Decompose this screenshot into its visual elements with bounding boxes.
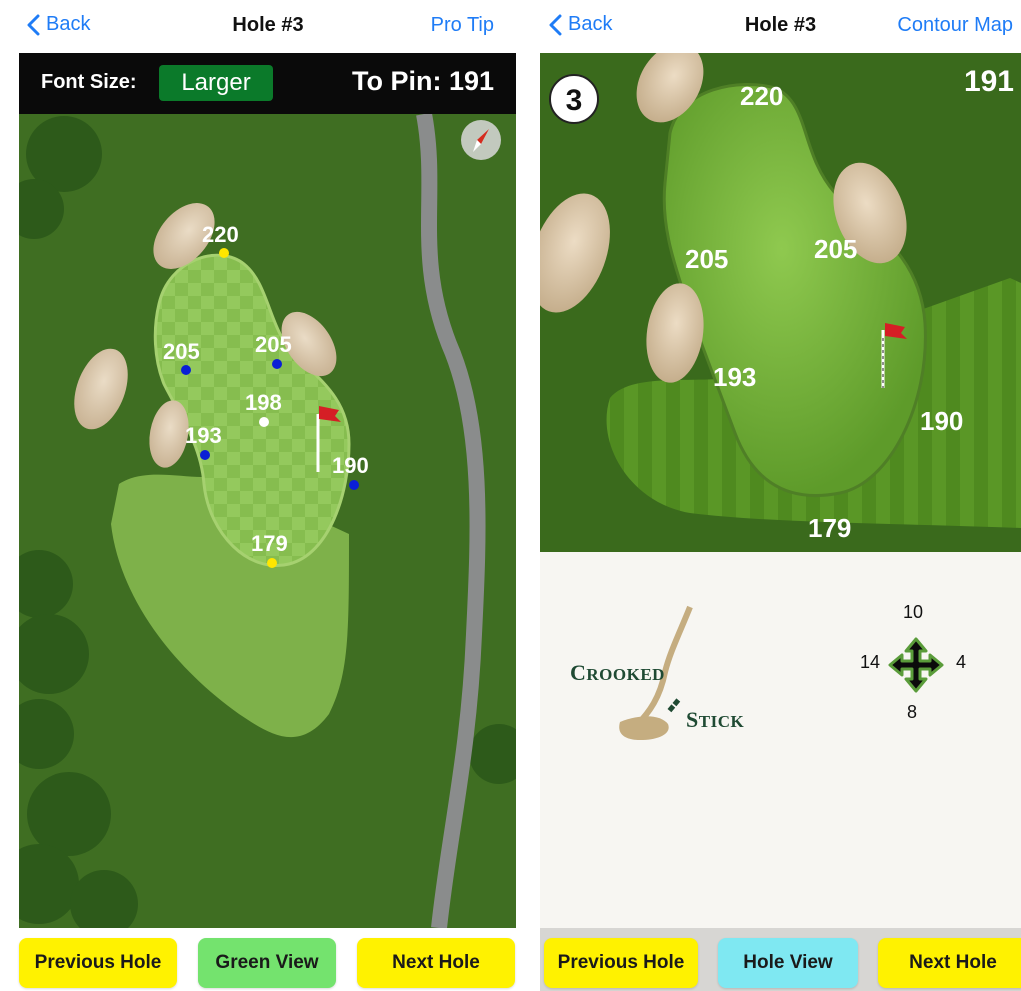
logo-word-crooked: CROOKED bbox=[570, 660, 665, 685]
yardage-front: 179 bbox=[251, 531, 288, 556]
next-hole-button[interactable]: Next Hole bbox=[878, 938, 1021, 988]
to-pin-readout: To Pin: 191 bbox=[351, 66, 494, 96]
contour-map-link[interactable]: Contour Map bbox=[897, 14, 1013, 37]
wind-west: 14 bbox=[860, 652, 881, 672]
wind-east: 4 bbox=[956, 652, 967, 672]
yardage-left-front: 193 bbox=[713, 362, 756, 392]
yardage-right: 205 bbox=[814, 234, 857, 264]
wind-indicator: 10 14 4 8 bbox=[840, 600, 980, 730]
yardage-left-front: 193 bbox=[185, 423, 222, 448]
hole-view-button[interactable]: Hole View bbox=[718, 938, 858, 988]
yardage-center: 198 bbox=[245, 390, 282, 415]
green-view-screen: Back Hole #3 Contour Map 3 191 220 205 2… bbox=[540, 0, 1021, 991]
svg-text:3: 3 bbox=[566, 84, 583, 117]
green-view-button[interactable]: Green View bbox=[198, 938, 336, 988]
logo-word-stick: STICK bbox=[686, 707, 745, 732]
info-bar: Font Size: Larger To Pin: 191 bbox=[19, 53, 516, 114]
hole-view-screen: Back Hole #3 Pro Tip Font Size: Larger T… bbox=[0, 0, 536, 991]
font-size-button[interactable]: Larger bbox=[159, 65, 273, 101]
next-hole-button[interactable]: Next Hole bbox=[357, 938, 515, 988]
green-map[interactable]: 3 191 220 205 205 193 190 179 bbox=[540, 53, 1021, 552]
previous-hole-button[interactable]: Previous Hole bbox=[19, 938, 177, 988]
bottom-toolbar: Previous Hole Hole View Next Hole bbox=[540, 928, 1021, 991]
yardage-right: 190 bbox=[332, 453, 369, 478]
yardage-right-side: 190 bbox=[920, 406, 963, 436]
hole-number-badge: 3 bbox=[549, 74, 599, 124]
pro-tip-link[interactable]: Pro Tip bbox=[431, 14, 494, 37]
yardage-back: 220 bbox=[740, 81, 783, 111]
previous-hole-button[interactable]: Previous Hole bbox=[544, 938, 698, 988]
yardage-right-back: 205 bbox=[255, 332, 292, 357]
nav-bar: Back Hole #3 Contour Map bbox=[540, 0, 1021, 53]
yardage-dot bbox=[181, 365, 191, 375]
yardage-dot bbox=[267, 558, 277, 568]
compass-icon[interactable] bbox=[461, 120, 501, 160]
font-size-label: Font Size: bbox=[41, 71, 137, 93]
yardage-dot bbox=[349, 480, 359, 490]
yardage-dot bbox=[200, 450, 210, 460]
to-pin-distance: 191 bbox=[964, 65, 1014, 98]
hole-map[interactable]: 220 205 205 198 193 190 179 bbox=[19, 114, 516, 928]
yardage-back: 220 bbox=[202, 222, 239, 247]
nav-bar: Back Hole #3 Pro Tip bbox=[0, 0, 536, 53]
yardage-dot bbox=[259, 417, 269, 427]
bottom-toolbar: Previous Hole Green View Next Hole bbox=[0, 928, 536, 991]
wind-arrows-icon bbox=[888, 637, 944, 693]
yardage-left: 205 bbox=[685, 244, 728, 274]
course-info-panel: CROOKED STICK 10 14 4 8 bbox=[540, 552, 1021, 928]
wind-north: 10 bbox=[903, 602, 924, 622]
yardage-front: 179 bbox=[808, 513, 851, 543]
wind-south: 8 bbox=[907, 702, 918, 722]
yardage-dot bbox=[272, 359, 282, 369]
yardage-left-back: 205 bbox=[163, 339, 200, 364]
yardage-dot bbox=[219, 248, 229, 258]
